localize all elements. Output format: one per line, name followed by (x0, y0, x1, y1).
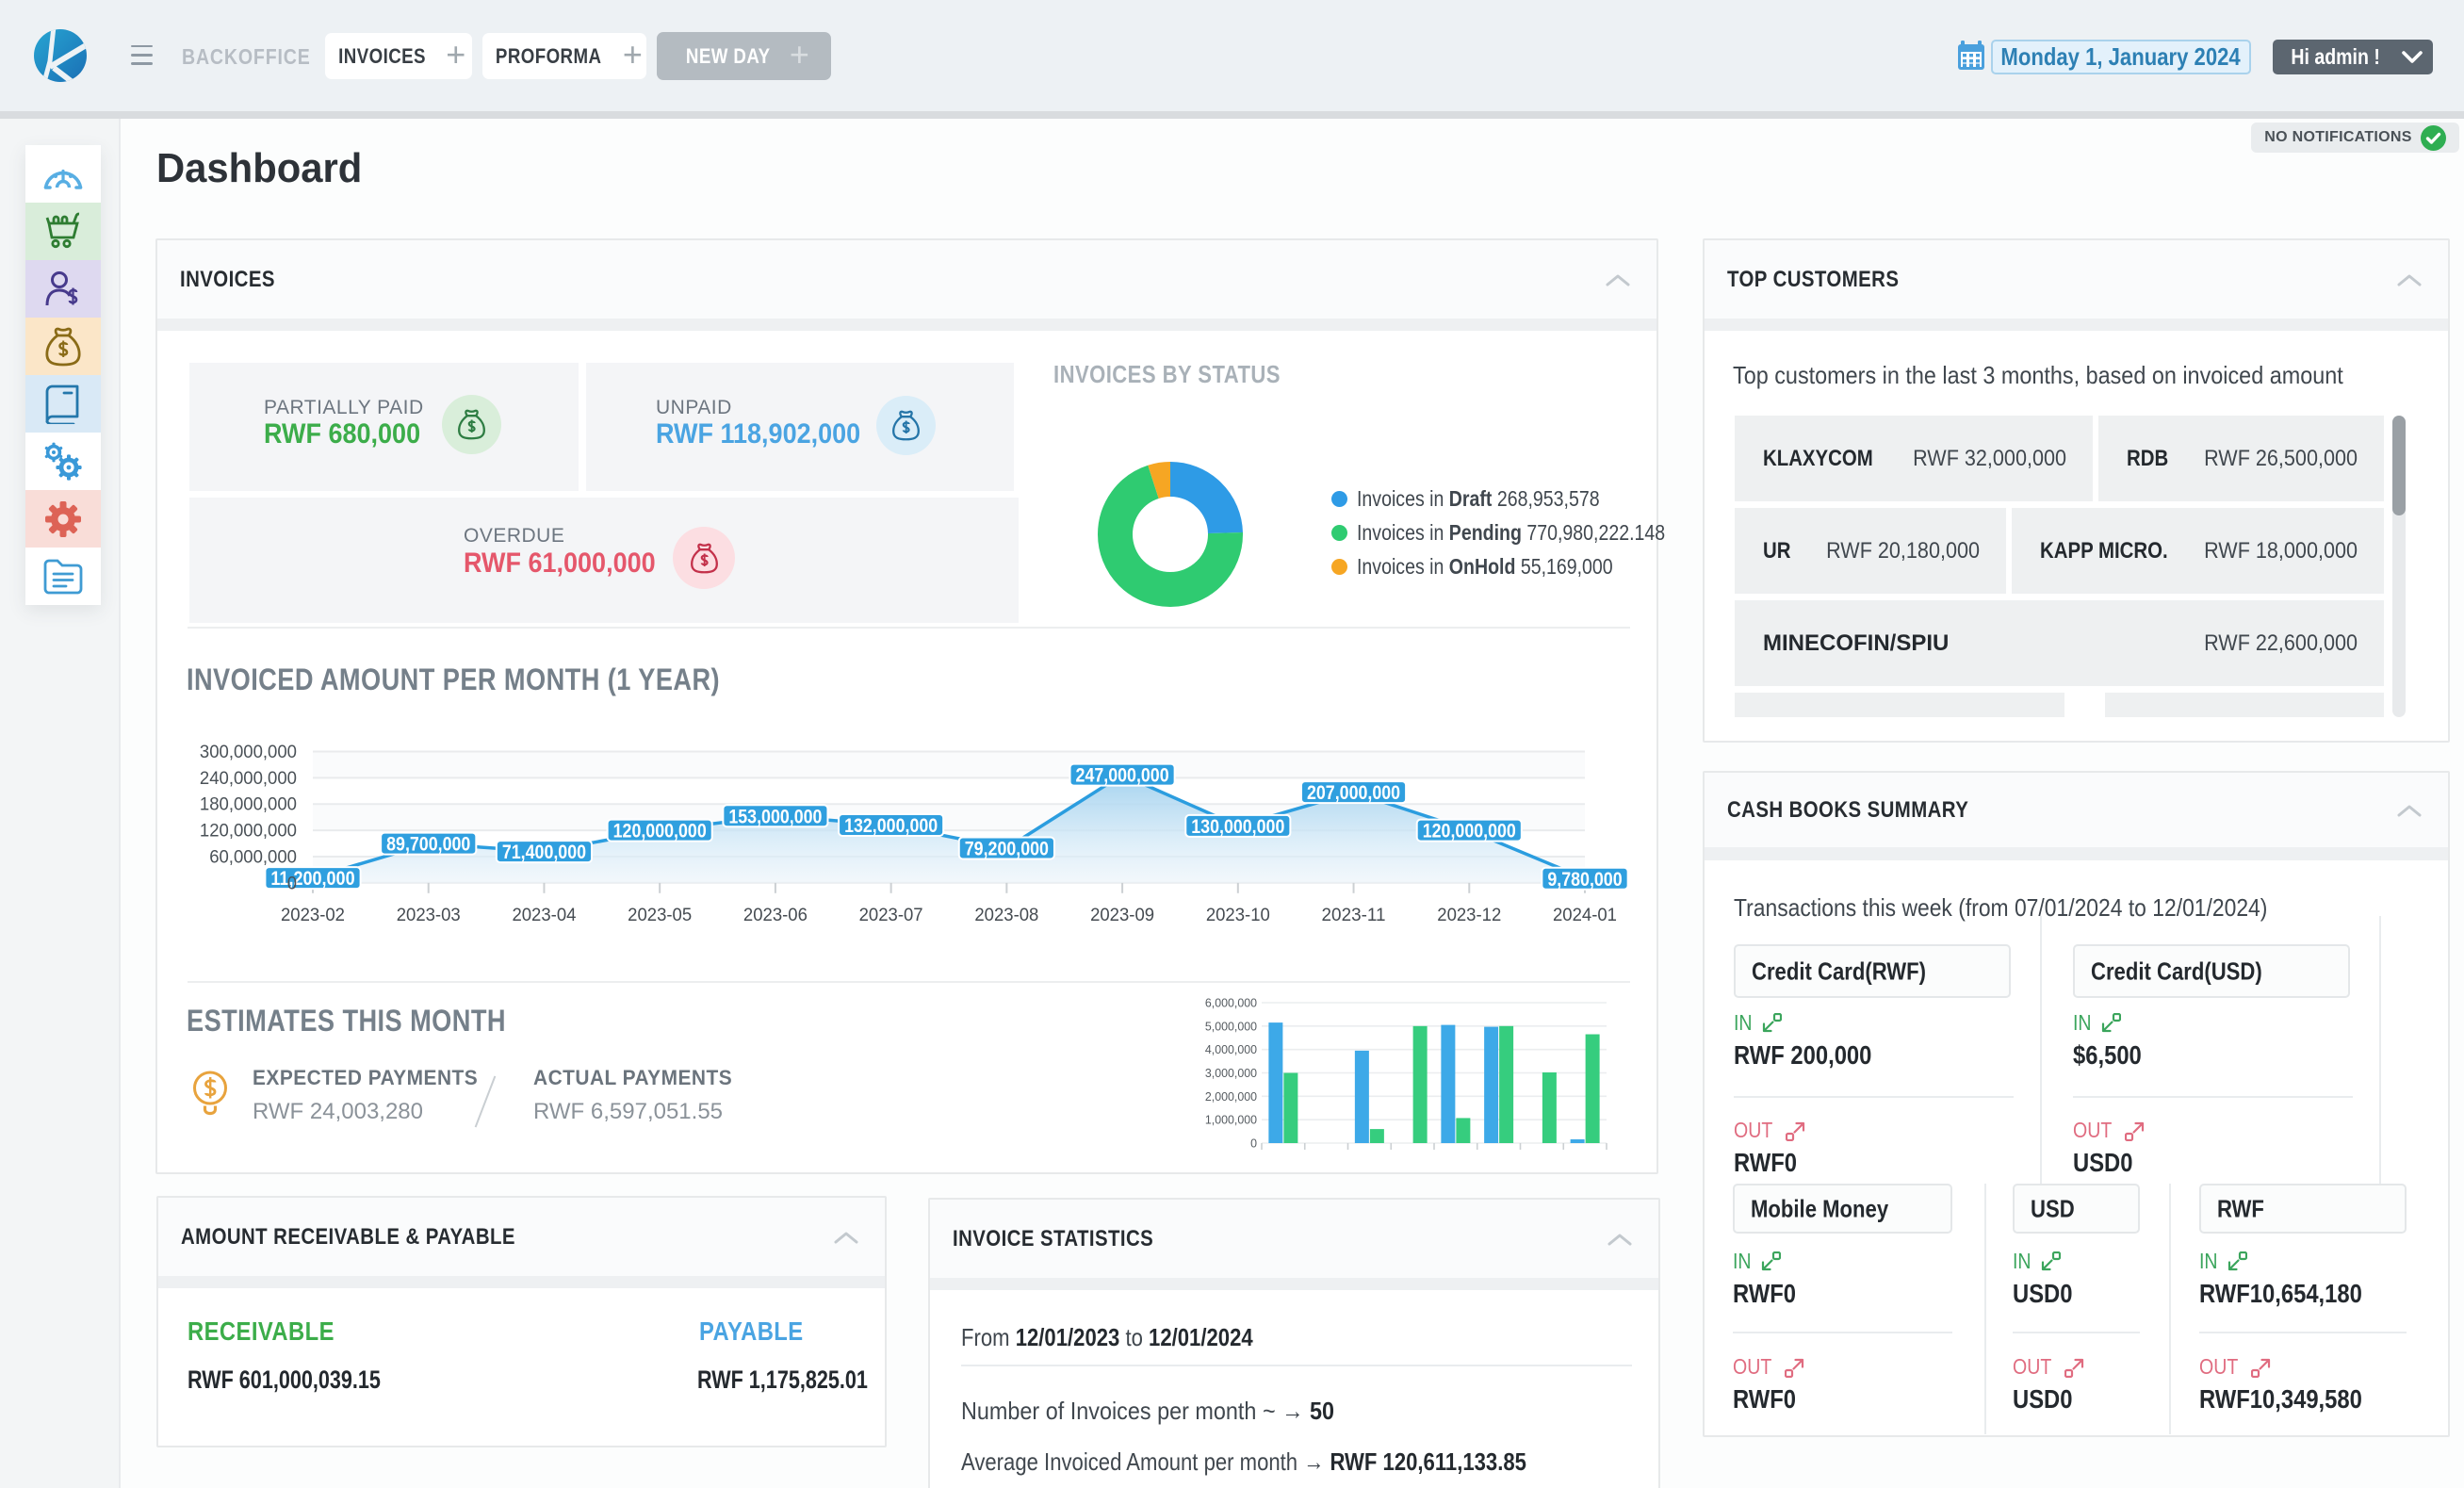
svg-text:153,000,000: 153,000,000 (728, 805, 822, 827)
svg-text:2024-01: 2024-01 (1553, 905, 1617, 925)
svg-text:2,000,000: 2,000,000 (1205, 1089, 1257, 1104)
svg-text:0: 0 (287, 873, 297, 893)
svg-text:120,000,000: 120,000,000 (200, 821, 297, 842)
svg-text:2023-02: 2023-02 (281, 905, 345, 925)
svg-text:71,400,000: 71,400,000 (502, 841, 586, 863)
svg-text:2023-04: 2023-04 (512, 905, 576, 925)
svg-text:5,000,000: 5,000,000 (1205, 1019, 1257, 1033)
svg-text:0: 0 (1250, 1136, 1257, 1151)
svg-text:2023-09: 2023-09 (1090, 905, 1154, 925)
svg-text:2023-03: 2023-03 (397, 905, 461, 925)
svg-text:120,000,000: 120,000,000 (613, 820, 707, 842)
svg-text:89,700,000: 89,700,000 (386, 833, 470, 856)
svg-text:132,000,000: 132,000,000 (844, 814, 938, 837)
svg-text:120,000,000: 120,000,000 (1423, 820, 1516, 842)
svg-text:207,000,000: 207,000,000 (1307, 781, 1400, 804)
svg-text:11,200,000: 11,200,000 (270, 867, 354, 890)
svg-text:2023-07: 2023-07 (859, 905, 923, 925)
svg-text:79,200,000: 79,200,000 (965, 838, 1049, 860)
svg-text:2023-10: 2023-10 (1206, 905, 1270, 925)
svg-text:2023-11: 2023-11 (1322, 905, 1386, 925)
svg-text:180,000,000: 180,000,000 (200, 794, 297, 815)
svg-text:9,780,000: 9,780,000 (1547, 868, 1622, 891)
svg-text:300,000,000: 300,000,000 (200, 742, 297, 762)
svg-text:60,000,000: 60,000,000 (209, 846, 297, 867)
svg-text:3,000,000: 3,000,000 (1205, 1066, 1257, 1080)
svg-text:2023-05: 2023-05 (628, 905, 692, 925)
svg-text:240,000,000: 240,000,000 (200, 768, 297, 789)
svg-text:130,000,000: 130,000,000 (1191, 815, 1284, 838)
svg-text:6,000,000: 6,000,000 (1205, 996, 1257, 1010)
svg-text:2023-12: 2023-12 (1437, 905, 1501, 925)
svg-text:2023-06: 2023-06 (743, 905, 808, 925)
svg-text:247,000,000: 247,000,000 (1076, 764, 1169, 787)
svg-text:2023-08: 2023-08 (974, 905, 1038, 925)
svg-text:1,000,000: 1,000,000 (1205, 1113, 1257, 1127)
svg-text:4,000,000: 4,000,000 (1205, 1042, 1257, 1056)
